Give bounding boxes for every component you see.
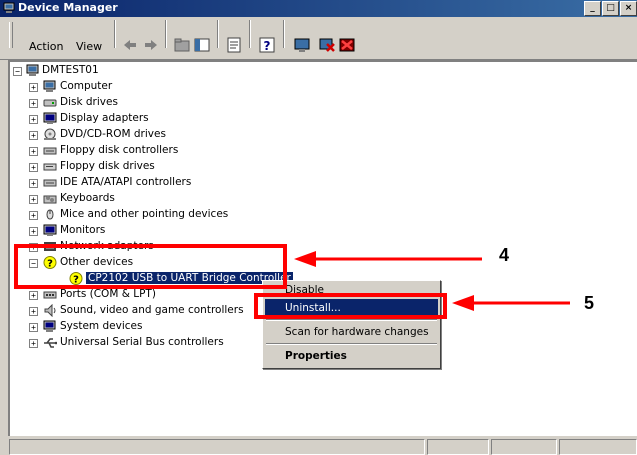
expand-icon[interactable]: + [29, 307, 38, 316]
help-icon[interactable]: ? [258, 36, 276, 54]
window-title: Device Manager [18, 1, 118, 14]
device-manager-icon [3, 2, 15, 13]
back-arrow-icon[interactable] [121, 36, 139, 54]
status-panel [491, 439, 557, 455]
context-menu-properties[interactable]: Properties [265, 347, 438, 365]
tree-item-label: DVD/CD-ROM drives [60, 128, 166, 140]
minimize-button[interactable]: _ [584, 1, 601, 16]
close-button[interactable]: × [620, 1, 637, 16]
svg-text:?: ? [264, 39, 271, 53]
context-menu-separator [266, 319, 437, 321]
keyboard-icon [43, 195, 57, 204]
uninstall-icon[interactable] [318, 36, 336, 54]
annotation-arrow-4 [294, 251, 482, 267]
tree-item-label: Keyboards [60, 192, 115, 204]
system-icon [43, 320, 56, 332]
tree-item-label: Universal Serial Bus controllers [60, 336, 224, 348]
toolbar-separator [165, 20, 167, 48]
properties-icon[interactable] [226, 36, 244, 54]
annotation-box-other-devices [14, 244, 287, 289]
expand-icon[interactable]: + [29, 339, 38, 348]
expand-icon[interactable]: + [29, 99, 38, 108]
status-panel [9, 439, 425, 455]
maximize-button[interactable]: □ [602, 1, 619, 16]
controller-icon [43, 179, 57, 187]
controller-icon [43, 147, 57, 155]
computer-icon [26, 64, 39, 76]
annotation-box-uninstall [254, 293, 447, 319]
context-menu-scan[interactable]: Scan for hardware changes [265, 323, 438, 341]
toolbar-separator [217, 20, 219, 48]
disable-icon[interactable] [338, 36, 356, 54]
expand-icon[interactable]: + [29, 179, 38, 188]
tree-item-label: IDE ATA/ATAPI controllers [60, 176, 192, 188]
expand-icon[interactable]: + [29, 115, 38, 124]
tree-item-label: Floppy disk drives [60, 160, 155, 172]
expand-icon[interactable]: + [29, 291, 38, 300]
tree-item-label: Sound, video and game controllers [60, 304, 244, 316]
callout-5: 5 [584, 293, 595, 313]
toolbar-separator [114, 20, 116, 48]
title-bar[interactable]: Device Manager _ □ × [0, 0, 637, 17]
floppy-icon [43, 163, 57, 171]
tree-item-label: Display adapters [60, 112, 149, 124]
forward-arrow-icon[interactable] [142, 36, 160, 54]
status-panel [559, 439, 637, 455]
toolbar-grip[interactable] [9, 22, 13, 48]
monitor-icon [43, 112, 57, 124]
tree-item-label: Floppy disk controllers [60, 144, 179, 156]
expand-icon[interactable]: + [29, 227, 38, 236]
status-panel [427, 439, 489, 455]
tree-item-label: Ports (COM & LPT) [60, 288, 156, 300]
usb-icon [44, 338, 57, 348]
expand-icon[interactable]: + [29, 195, 38, 204]
cdrom-icon [44, 128, 56, 140]
expand-icon[interactable]: + [29, 147, 38, 156]
expand-icon[interactable]: + [29, 131, 38, 140]
disk-icon [43, 99, 57, 107]
collapse-icon[interactable]: − [13, 67, 22, 76]
tree-item-label: Monitors [60, 224, 106, 236]
expand-icon[interactable]: + [29, 211, 38, 220]
toolbar-separator [283, 20, 285, 48]
expand-icon[interactable]: + [29, 163, 38, 172]
computer-icon [43, 80, 56, 92]
menu-action[interactable]: Action [29, 40, 63, 53]
port-icon [43, 291, 57, 299]
expand-icon[interactable]: + [29, 83, 38, 92]
mouse-icon [46, 209, 54, 220]
up-folder-icon[interactable] [173, 36, 191, 54]
monitor-icon [43, 224, 57, 236]
tree-root-label: DMTEST01 [42, 64, 99, 76]
tree-item-label: Computer [60, 80, 113, 92]
show-hide-tree-icon[interactable] [193, 36, 211, 54]
tree-item-label: Mice and other pointing devices [60, 208, 229, 220]
tree-item-label: Disk drives [60, 96, 118, 108]
toolbar-separator [249, 20, 251, 48]
callout-4: 4 [499, 245, 510, 265]
sound-icon [44, 304, 56, 317]
menu-view[interactable]: View [76, 40, 102, 53]
scan-hardware-icon[interactable] [293, 36, 311, 54]
expand-icon[interactable]: + [29, 323, 38, 332]
annotation-arrow-5 [452, 295, 570, 311]
toolbar: Action View ? [0, 17, 637, 60]
window-controls: _ □ × [583, 1, 637, 16]
status-bar [0, 437, 637, 455]
context-menu-separator [266, 343, 437, 345]
tree-item-label: System devices [60, 320, 143, 332]
